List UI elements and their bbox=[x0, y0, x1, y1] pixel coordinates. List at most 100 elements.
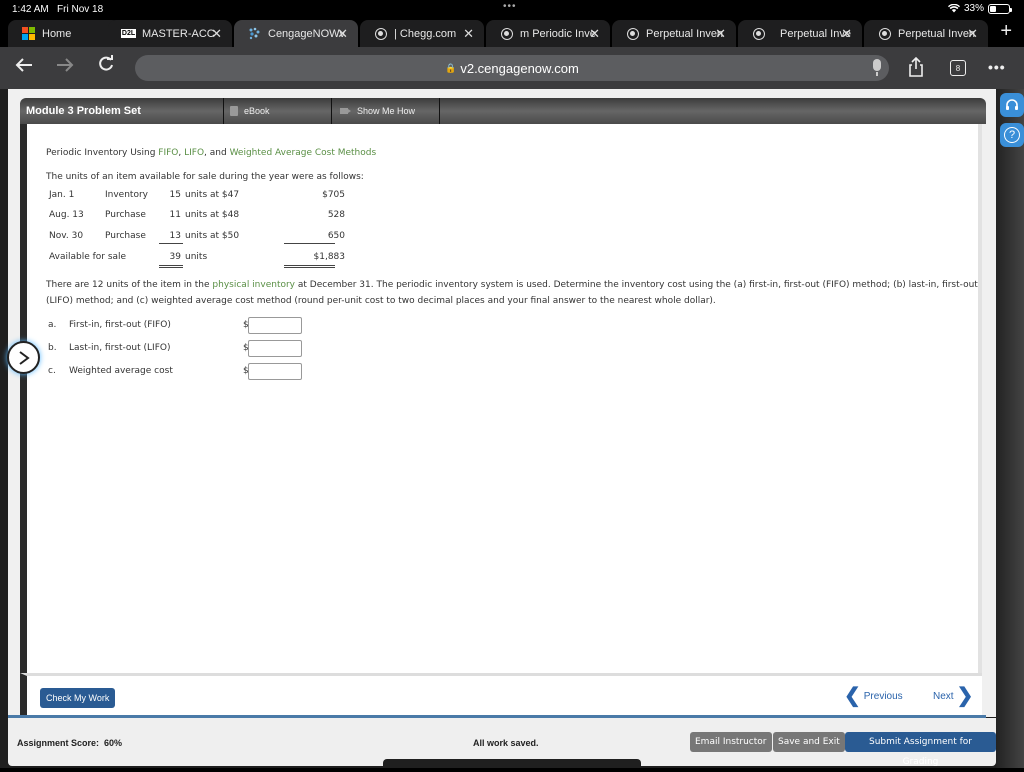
close-tab-icon[interactable]: ✕ bbox=[841, 26, 852, 42]
support-headset-button[interactable] bbox=[1000, 93, 1024, 117]
module-title: Module 3 Problem Set bbox=[26, 105, 141, 117]
globe-icon bbox=[626, 27, 639, 40]
multitasking-dots[interactable]: ••• bbox=[503, 1, 517, 12]
browser-tab-chegg[interactable]: | Chegg.com ✕ bbox=[360, 20, 484, 47]
close-tab-icon[interactable]: ✕ bbox=[463, 26, 474, 42]
total-units: 39 bbox=[169, 252, 181, 262]
question-label: Weighted average cost bbox=[69, 366, 173, 376]
row-amount: 650 bbox=[327, 231, 345, 241]
row-unit-cost: units at $48 bbox=[185, 210, 240, 220]
help-button[interactable]: ? bbox=[1000, 123, 1024, 147]
question-letter: c. bbox=[48, 366, 56, 376]
submit-assignment-button[interactable]: Submit Assignment for Grading bbox=[845, 732, 996, 767]
amount-total-double-rule bbox=[284, 265, 335, 268]
globe-icon bbox=[374, 27, 387, 40]
problem-heading: Periodic Inventory Using FIFO, LIFO, and… bbox=[46, 148, 376, 158]
headset-icon bbox=[1006, 99, 1018, 110]
chevron-left-icon: ❮ bbox=[844, 685, 861, 707]
row-date: Nov. 30 bbox=[49, 231, 84, 241]
back-button[interactable] bbox=[14, 55, 34, 79]
divider bbox=[439, 98, 440, 124]
show-me-how-button[interactable]: Show Me How bbox=[340, 98, 415, 124]
more-options-icon[interactable]: ••• bbox=[988, 59, 1006, 75]
row-unit-cost: units at $50 bbox=[185, 231, 240, 241]
module-header-bar: Module 3 Problem Set eBook Show Me How bbox=[20, 98, 986, 124]
browser-tab-perpetual-inventory-1[interactable]: Perpetual Inven ✕ bbox=[612, 20, 736, 47]
assignment-score: Assignment Score: 60% bbox=[17, 738, 123, 748]
lifo-link[interactable]: LIFO bbox=[184, 148, 204, 158]
forward-button[interactable] bbox=[55, 55, 75, 79]
ebook-button[interactable]: eBook bbox=[230, 98, 270, 124]
url-text: v2.cengagenow.com bbox=[460, 60, 579, 76]
row-units: 11 bbox=[169, 210, 181, 220]
close-tab-icon[interactable]: ✕ bbox=[211, 26, 222, 42]
share-icon[interactable] bbox=[907, 57, 925, 77]
lifo-answer-input[interactable] bbox=[248, 340, 302, 357]
amount-subtotal-rule bbox=[284, 243, 335, 244]
browser-tab-bar: Home D2L MASTER-ACC- ✕ CengageNOWv ✕ | C… bbox=[0, 18, 1024, 47]
physical-inventory-link[interactable]: physical inventory bbox=[212, 280, 295, 290]
weighted-average-answer-input[interactable] bbox=[248, 363, 302, 380]
close-tab-icon[interactable]: ✕ bbox=[715, 26, 726, 42]
row-unit-cost: units at $47 bbox=[185, 190, 240, 200]
video-icon bbox=[340, 108, 351, 114]
browser-tab-perpetual-inventory-3[interactable]: Perpetual Inven ✕ bbox=[864, 20, 988, 47]
chevron-right-icon bbox=[18, 350, 30, 365]
fifo-answer-input[interactable] bbox=[248, 317, 302, 334]
browser-tab-cengagenow[interactable]: CengageNOWv ✕ bbox=[234, 20, 358, 47]
battery-level bbox=[990, 5, 996, 12]
weighted-average-link[interactable]: Weighted Average Cost Methods bbox=[230, 148, 377, 158]
row-units: 15 bbox=[169, 190, 181, 200]
total-units-suffix: units bbox=[185, 252, 208, 262]
previous-label: Previous bbox=[863, 690, 903, 702]
globe-icon bbox=[878, 27, 891, 40]
question-label: First-in, first-out (FIFO) bbox=[69, 320, 171, 330]
expand-panel-button[interactable] bbox=[7, 341, 40, 374]
check-my-work-button[interactable]: Check My Work bbox=[40, 688, 116, 708]
problem-content: Periodic Inventory Using FIFO, LIFO, and… bbox=[20, 124, 982, 673]
page-edge bbox=[996, 89, 1024, 768]
close-tab-icon[interactable]: ✕ bbox=[337, 26, 348, 42]
previous-button[interactable]: ❮ Previous bbox=[844, 686, 903, 706]
reload-button[interactable] bbox=[97, 55, 115, 79]
status-right: 33% bbox=[947, 3, 1012, 14]
close-tab-icon[interactable]: ✕ bbox=[967, 26, 978, 42]
browser-tab-home[interactable]: Home bbox=[8, 20, 120, 47]
intro-text: The units of an item available for sale … bbox=[46, 172, 364, 182]
battery-icon bbox=[988, 3, 1012, 14]
cengage-icon bbox=[248, 27, 261, 40]
browser-tab-master-acc[interactable]: D2L MASTER-ACC- ✕ bbox=[108, 20, 232, 47]
question-label: Last-in, first-out (LIFO) bbox=[69, 343, 171, 353]
save-status: All work saved. bbox=[473, 738, 539, 748]
reload-icon bbox=[99, 55, 113, 71]
address-bar[interactable]: 🔒 v2.cengagenow.com bbox=[135, 55, 889, 81]
new-tab-button[interactable]: + bbox=[1000, 20, 1012, 42]
d2l-icon: D2L bbox=[120, 29, 137, 38]
browser-tab-perpetual-inventory-2[interactable]: Perpetual Inve ✕ bbox=[738, 20, 862, 47]
units-total-double-rule bbox=[159, 265, 183, 268]
status-time: 1:42 AM Fri Nov 18 bbox=[12, 4, 104, 15]
tab-count-button[interactable]: 8 bbox=[950, 60, 966, 76]
problem-footer: Check My Work ❮ Previous Next ❯ bbox=[20, 673, 982, 715]
forward-arrow-icon bbox=[57, 58, 74, 72]
divider bbox=[331, 98, 332, 124]
question-letter: b. bbox=[48, 343, 57, 353]
close-tab-icon[interactable]: ✕ bbox=[589, 26, 600, 42]
microphone-icon[interactable] bbox=[873, 59, 881, 76]
next-button[interactable]: Next ❯ bbox=[933, 686, 973, 706]
question-letter: a. bbox=[48, 320, 57, 330]
ios-status-bar: 1:42 AM Fri Nov 18 ••• 33% bbox=[0, 0, 1024, 18]
total-label: Available for sale bbox=[49, 252, 127, 262]
problem-instructions: There are 12 units of the item in the ph… bbox=[46, 277, 981, 309]
book-icon bbox=[230, 106, 238, 116]
browser-toolbar: 🔒 v2.cengagenow.com 8 ••• bbox=[0, 47, 1024, 89]
email-instructor-button[interactable]: Email Instructor bbox=[690, 732, 772, 752]
units-subtotal-rule bbox=[159, 243, 183, 244]
row-date: Jan. 1 bbox=[49, 190, 75, 200]
fifo-link[interactable]: FIFO bbox=[158, 148, 178, 158]
row-type: Inventory bbox=[105, 190, 148, 200]
row-type: Purchase bbox=[105, 231, 146, 241]
row-amount: 528 bbox=[327, 210, 345, 220]
save-and-exit-button[interactable]: Save and Exit bbox=[773, 732, 845, 752]
browser-tab-periodic-inventory[interactable]: m Periodic Inve ✕ bbox=[486, 20, 610, 47]
